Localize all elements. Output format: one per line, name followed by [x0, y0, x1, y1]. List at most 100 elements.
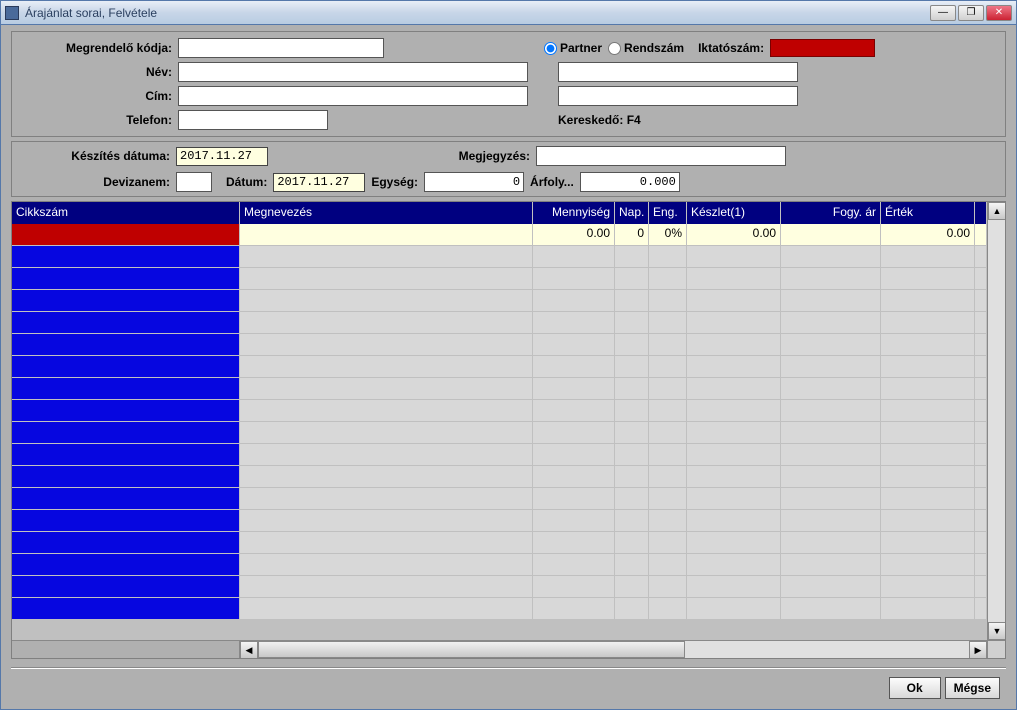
grid-cell[interactable] [533, 356, 615, 378]
col-header-disc[interactable]: Eng. [649, 202, 687, 224]
grid-cell[interactable] [687, 576, 781, 598]
grid-cell[interactable] [649, 422, 687, 444]
grid-cell[interactable] [881, 466, 975, 488]
grid-cell[interactable] [687, 400, 781, 422]
grid-cell[interactable] [975, 488, 987, 510]
grid-cell[interactable] [687, 598, 781, 620]
minimize-button[interactable]: — [930, 5, 956, 21]
phone-input[interactable] [178, 110, 328, 130]
grid-cell[interactable] [781, 378, 881, 400]
col-header-id[interactable]: Cikkszám [12, 202, 240, 224]
col-header-name[interactable]: Megnevezés [240, 202, 533, 224]
grid-cell[interactable] [881, 576, 975, 598]
grid-row[interactable] [12, 422, 987, 444]
grid-cell[interactable] [240, 334, 533, 356]
grid-cell[interactable] [615, 378, 649, 400]
grid-cell[interactable] [12, 290, 240, 312]
grid-cell[interactable] [975, 510, 987, 532]
note-input[interactable] [536, 146, 786, 166]
iktatoszam-box[interactable] [770, 39, 875, 57]
close-button[interactable]: ✕ [986, 5, 1012, 21]
grid-cell[interactable] [975, 444, 987, 466]
grid-cell[interactable] [687, 488, 781, 510]
created-date-input[interactable] [176, 147, 268, 166]
grid-cell[interactable] [649, 488, 687, 510]
grid-cell[interactable] [240, 268, 533, 290]
grid-cell[interactable] [975, 554, 987, 576]
grid-cell[interactable] [240, 598, 533, 620]
grid-cell[interactable] [781, 488, 881, 510]
grid-cell[interactable] [687, 290, 781, 312]
grid-row[interactable] [12, 312, 987, 334]
name-input-left[interactable] [178, 62, 528, 82]
grid-row[interactable] [12, 510, 987, 532]
grid-cell[interactable] [781, 444, 881, 466]
grid-cell[interactable] [687, 532, 781, 554]
grid-cell[interactable] [240, 444, 533, 466]
horizontal-scrollbar[interactable]: ◀ ▶ [12, 640, 1005, 658]
col-header-stock[interactable]: Készlet(1) [687, 202, 781, 224]
grid-cell[interactable] [12, 532, 240, 554]
unit-input[interactable] [424, 172, 524, 192]
grid-cell[interactable] [615, 488, 649, 510]
grid-cell[interactable] [687, 334, 781, 356]
grid-cell[interactable] [975, 290, 987, 312]
grid-cell[interactable] [12, 554, 240, 576]
grid-cell[interactable] [615, 246, 649, 268]
grid-row[interactable] [12, 576, 987, 598]
grid-cell[interactable] [533, 334, 615, 356]
grid-row[interactable] [12, 334, 987, 356]
rate-input[interactable] [580, 172, 680, 192]
grid-cell[interactable] [781, 466, 881, 488]
grid-cell[interactable] [649, 356, 687, 378]
grid-cell[interactable]: 0.00 [533, 224, 615, 246]
hscroll-track[interactable] [258, 641, 969, 658]
grid-cell[interactable] [615, 356, 649, 378]
currency-input[interactable] [176, 172, 212, 192]
col-header-qty[interactable]: Mennyiség [533, 202, 615, 224]
grid-row[interactable] [12, 466, 987, 488]
grid-cell[interactable] [881, 334, 975, 356]
grid-cell[interactable] [649, 598, 687, 620]
grid-cell[interactable] [687, 268, 781, 290]
grid-cell[interactable] [240, 422, 533, 444]
grid-cell[interactable] [615, 554, 649, 576]
grid-cell[interactable] [781, 422, 881, 444]
grid-cell[interactable] [615, 598, 649, 620]
date-input[interactable] [273, 173, 365, 192]
grid-cell[interactable] [975, 576, 987, 598]
grid-cell[interactable] [781, 532, 881, 554]
grid-cell[interactable] [975, 268, 987, 290]
grid-cell[interactable] [975, 334, 987, 356]
grid-cell[interactable] [975, 246, 987, 268]
grid-cell[interactable] [12, 224, 240, 246]
grid-cell[interactable] [975, 532, 987, 554]
grid-cell[interactable] [240, 488, 533, 510]
grid-cell[interactable] [781, 224, 881, 246]
customer-code-input[interactable] [178, 38, 384, 58]
grid-cell[interactable] [615, 532, 649, 554]
grid-cell[interactable] [975, 466, 987, 488]
grid-row[interactable] [12, 532, 987, 554]
grid-cell[interactable] [781, 290, 881, 312]
partner-radio-input[interactable] [544, 42, 557, 55]
grid-cell[interactable] [533, 554, 615, 576]
grid-cell[interactable] [12, 334, 240, 356]
grid-cell[interactable]: 0 [615, 224, 649, 246]
grid-row[interactable] [12, 246, 987, 268]
grid-cell[interactable]: 0.00 [687, 224, 781, 246]
col-header-price[interactable]: Fogy. ár [781, 202, 881, 224]
grid-cell[interactable] [881, 598, 975, 620]
ok-button[interactable]: Ok [889, 677, 941, 699]
grid-cell[interactable] [533, 510, 615, 532]
grid-row[interactable] [12, 444, 987, 466]
grid-cell[interactable] [533, 400, 615, 422]
grid-cell[interactable] [781, 356, 881, 378]
grid-cell[interactable] [781, 510, 881, 532]
grid-cell[interactable] [240, 554, 533, 576]
grid-cell[interactable] [12, 576, 240, 598]
grid-cell[interactable] [781, 598, 881, 620]
grid-cell[interactable] [881, 268, 975, 290]
grid-cell[interactable] [649, 532, 687, 554]
grid-row[interactable] [12, 268, 987, 290]
